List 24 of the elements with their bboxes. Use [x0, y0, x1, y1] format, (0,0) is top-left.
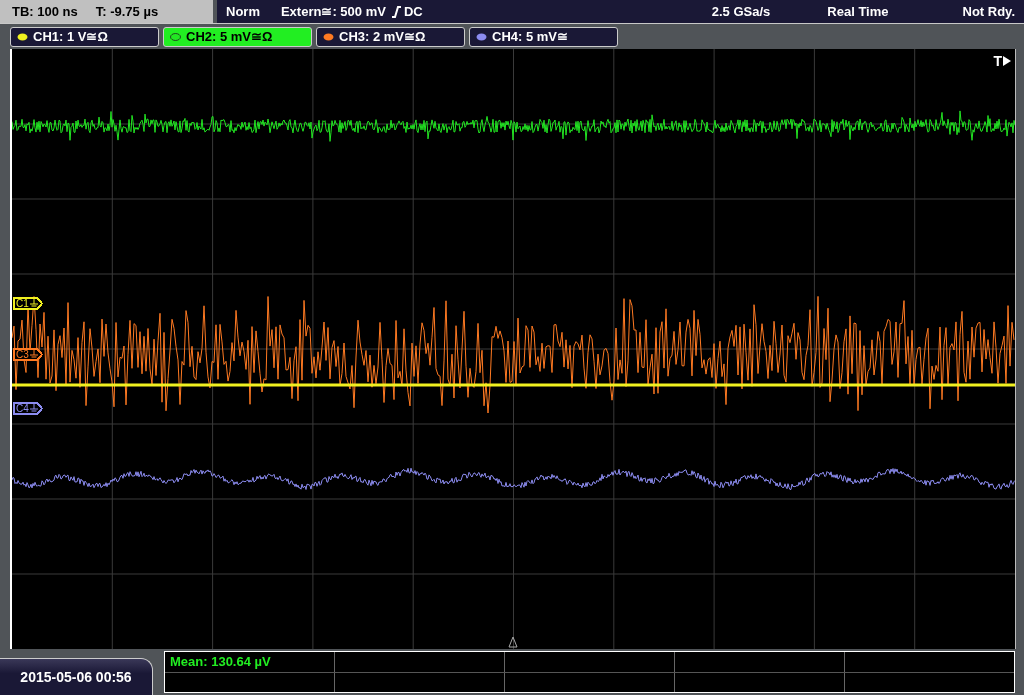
ground-icon — [29, 404, 38, 413]
ground-icon — [29, 350, 38, 359]
trigger-arrow-icon — [1003, 56, 1011, 66]
timebase-readout: TB: 100 ns — [12, 4, 78, 19]
trigger-position-icon — [508, 636, 518, 648]
channel-marker[interactable]: C3 — [13, 348, 43, 361]
trigger-mode: Norm — [226, 4, 260, 19]
coupling-readout: DC — [403, 4, 423, 19]
acquisition-status: Not Rdy. — [962, 4, 1015, 19]
ground-icon — [29, 299, 38, 308]
date-time: 2015-05-06 00:56 — [20, 669, 132, 685]
trigger-time-readout: T: -9.75 µs — [95, 4, 159, 19]
trigger-source: Extern≅: 500 mV — [280, 4, 386, 19]
acquisition-mode: Real Time — [827, 4, 889, 19]
channel-marker[interactable]: C4 — [13, 402, 43, 415]
channel-tab[interactable]: CH3: 2 mV≅Ω — [316, 26, 465, 47]
trigger-marker: T — [993, 53, 1002, 69]
rising-edge-icon — [391, 5, 401, 18]
channel-marker[interactable]: C1 — [13, 297, 43, 310]
channel-tab[interactable]: CH1: 1 V≅Ω — [10, 26, 159, 47]
measurement-value: Mean: 130.64 µV — [170, 654, 271, 670]
sample-rate: 2.5 GSa/s — [711, 4, 771, 19]
channel-tab[interactable]: CH2: 5 mV≅Ω — [163, 26, 312, 47]
channel-tab[interactable]: CH4: 5 mV≅ — [469, 26, 618, 47]
